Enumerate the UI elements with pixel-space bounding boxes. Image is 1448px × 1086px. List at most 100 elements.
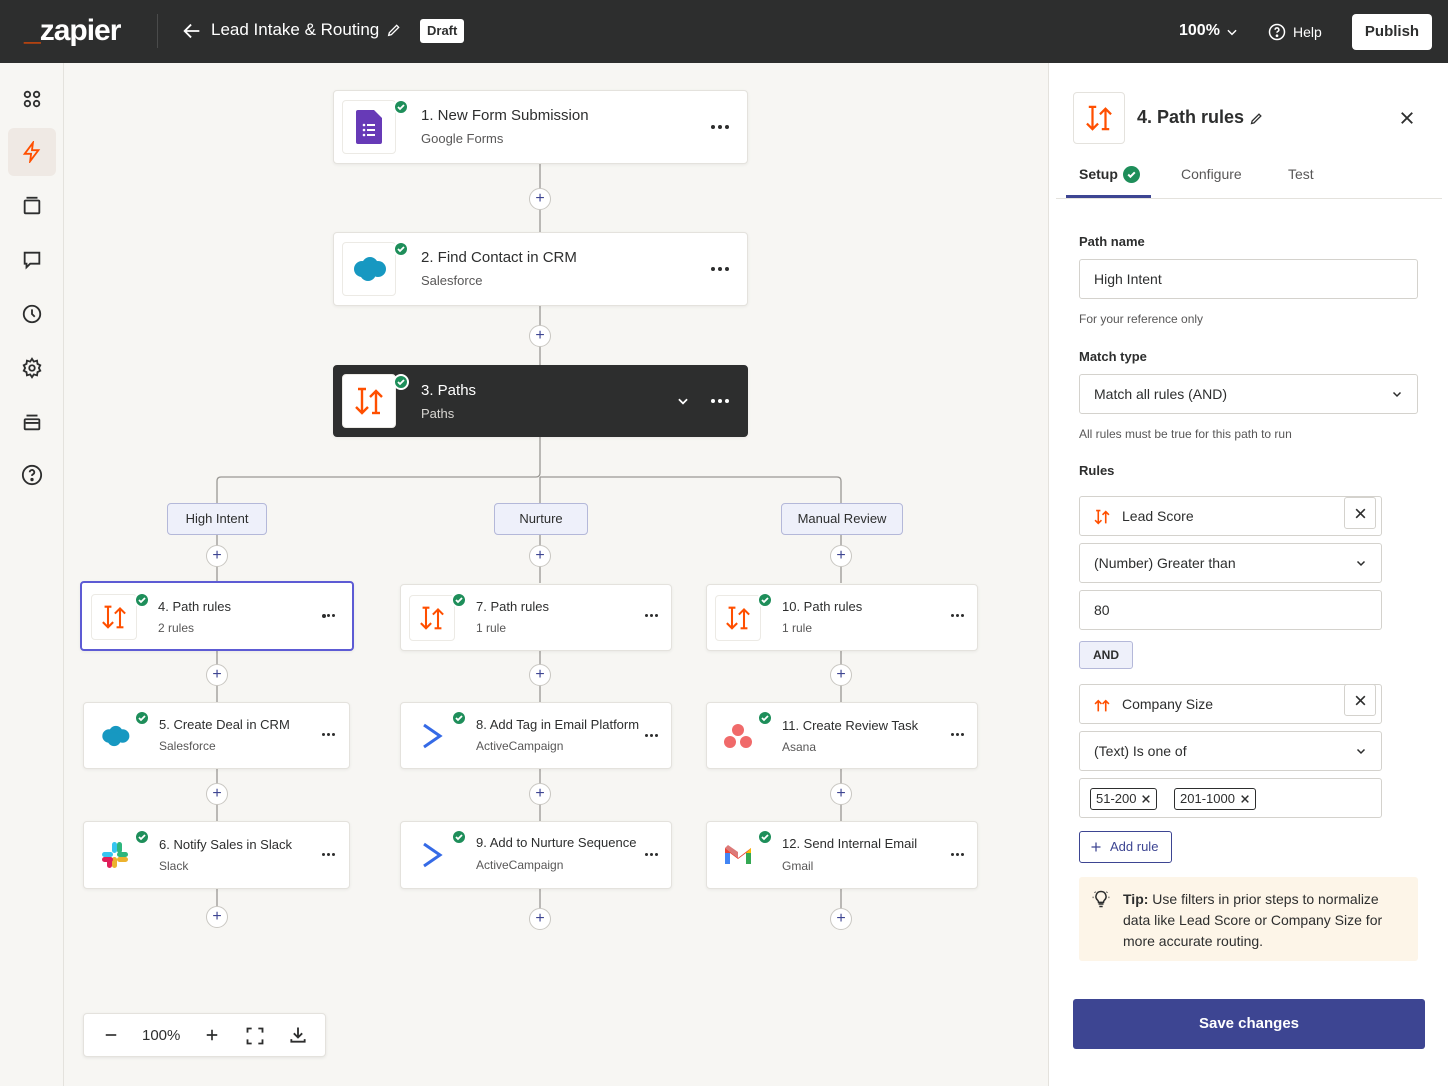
more-options-icon[interactable] bbox=[711, 267, 729, 273]
step-card-10[interactable]: 10. Path rules 1 rule bbox=[706, 584, 978, 651]
more-options-icon[interactable] bbox=[322, 853, 340, 859]
more-options-icon[interactable] bbox=[711, 399, 729, 405]
step-card-6[interactable]: 6. Notify Sales in Slack Slack bbox=[83, 821, 350, 889]
step-card-4[interactable]: 4. Path rules 2 rules bbox=[80, 581, 354, 651]
add-step-button[interactable]: + bbox=[206, 906, 228, 928]
save-changes-button[interactable]: Save changes bbox=[1073, 999, 1425, 1049]
tables-icon[interactable] bbox=[8, 182, 56, 230]
add-step-button[interactable]: + bbox=[206, 664, 228, 686]
tip-bold: Tip: bbox=[1123, 891, 1149, 907]
step-title: 3. Paths bbox=[421, 382, 477, 399]
more-options-icon[interactable] bbox=[951, 853, 969, 859]
rule-2-operator-value: (Text) Is one of bbox=[1094, 743, 1187, 759]
add-step-button[interactable]: + bbox=[529, 325, 551, 347]
add-step-button[interactable]: + bbox=[830, 664, 852, 686]
zap-title[interactable]: Lead Intake & Routing bbox=[211, 20, 379, 40]
download-icon[interactable] bbox=[288, 1025, 308, 1045]
branch-label-nurture[interactable]: Nurture bbox=[494, 503, 588, 535]
apps-icon[interactable] bbox=[8, 75, 56, 123]
chevron-down-icon[interactable] bbox=[1225, 25, 1239, 39]
more-options-icon[interactable] bbox=[711, 125, 729, 131]
remove-rule-2-button[interactable] bbox=[1344, 684, 1376, 716]
remove-rule-1-button[interactable] bbox=[1344, 497, 1376, 529]
tab-test[interactable]: Test bbox=[1288, 166, 1314, 182]
success-check-icon bbox=[393, 374, 409, 390]
publish-button[interactable]: Publish bbox=[1352, 14, 1432, 50]
help-link[interactable]: Help bbox=[1293, 24, 1322, 40]
step-card-11[interactable]: 11. Create Review Task Asana bbox=[706, 702, 978, 769]
settings-icon[interactable] bbox=[8, 344, 56, 392]
close-icon bbox=[1355, 508, 1366, 519]
edit-pencil-icon[interactable] bbox=[1249, 111, 1264, 126]
more-options-icon[interactable] bbox=[645, 734, 663, 740]
add-step-button[interactable]: + bbox=[830, 545, 852, 567]
tab-setup[interactable]: Setup bbox=[1079, 166, 1118, 182]
rule-2-operator-select[interactable]: (Text) Is one of bbox=[1079, 731, 1382, 771]
step-title: 8. Add Tag in Email Platform bbox=[476, 717, 640, 732]
workflow-canvas[interactable]: 1. New Form Submission Google Forms + 2.… bbox=[64, 63, 1048, 1086]
path-name-input[interactable]: High Intent bbox=[1079, 259, 1418, 299]
divider bbox=[157, 14, 158, 48]
branch-label-manual-review[interactable]: Manual Review bbox=[781, 503, 903, 535]
tip-box: Tip: Use filters in prior steps to norma… bbox=[1079, 877, 1418, 961]
activecampaign-icon bbox=[409, 713, 455, 759]
tab-configure[interactable]: Configure bbox=[1181, 166, 1242, 182]
zoom-in-icon[interactable] bbox=[203, 1026, 221, 1044]
and-connector[interactable]: AND bbox=[1079, 641, 1133, 669]
add-step-button[interactable]: + bbox=[830, 783, 852, 805]
zoom-level[interactable]: 100% bbox=[1179, 22, 1220, 40]
step-card-8[interactable]: 8. Add Tag in Email Platform ActiveCampa… bbox=[400, 702, 672, 769]
back-arrow-icon[interactable] bbox=[181, 20, 203, 42]
add-step-button[interactable]: + bbox=[529, 188, 551, 210]
history-icon[interactable] bbox=[8, 290, 56, 338]
zoom-out-icon[interactable] bbox=[102, 1026, 120, 1044]
more-options-icon[interactable] bbox=[645, 853, 663, 859]
more-options-icon[interactable] bbox=[951, 733, 969, 739]
edit-title-pencil-icon[interactable] bbox=[386, 22, 402, 38]
add-step-button[interactable]: + bbox=[529, 908, 551, 930]
branch-label-high-intent[interactable]: High Intent bbox=[167, 503, 267, 535]
rule-1-value-input[interactable]: 80 bbox=[1079, 590, 1382, 630]
step-card-1[interactable]: 1. New Form Submission Google Forms bbox=[333, 90, 748, 164]
remove-tag-icon[interactable] bbox=[1240, 794, 1250, 804]
value-tag: 201-1000 bbox=[1174, 788, 1256, 810]
more-options-icon[interactable] bbox=[322, 733, 340, 739]
rule-1-field-select[interactable]: Lead Score bbox=[1079, 496, 1382, 536]
add-step-button[interactable]: + bbox=[206, 783, 228, 805]
step-app: Asana bbox=[782, 740, 817, 754]
step-card-12[interactable]: 12. Send Internal Email Gmail bbox=[706, 821, 978, 889]
archive-icon[interactable] bbox=[8, 398, 56, 446]
help-icon[interactable] bbox=[8, 451, 56, 499]
help-circle-icon[interactable] bbox=[1268, 23, 1286, 41]
fit-to-screen-icon[interactable] bbox=[245, 1026, 265, 1046]
rule-2-values-input[interactable]: 51-200 201-1000 bbox=[1079, 778, 1382, 818]
add-step-button[interactable]: + bbox=[529, 783, 551, 805]
match-type-select[interactable]: Match all rules (AND) bbox=[1079, 374, 1418, 414]
interfaces-icon[interactable] bbox=[8, 236, 56, 284]
zap-icon[interactable] bbox=[8, 128, 56, 176]
close-icon[interactable] bbox=[1398, 109, 1416, 127]
lightbulb-icon bbox=[1092, 890, 1110, 908]
paths-icon bbox=[715, 595, 761, 641]
rule-2-field-select[interactable]: Company Size bbox=[1079, 684, 1382, 724]
step-card-5[interactable]: 5. Create Deal in CRM Salesforce bbox=[83, 702, 350, 769]
add-step-button[interactable]: + bbox=[529, 664, 551, 686]
active-tab-indicator bbox=[1066, 195, 1151, 198]
step-app: 2 rules bbox=[158, 621, 195, 635]
rule-1-operator-select[interactable]: (Number) Greater than bbox=[1079, 543, 1382, 583]
add-step-button[interactable]: + bbox=[830, 908, 852, 930]
add-step-button[interactable]: + bbox=[206, 545, 228, 567]
chevron-down-icon[interactable] bbox=[676, 394, 690, 408]
step-card-9[interactable]: 9. Add to Nurture Sequence ActiveCampaig… bbox=[400, 821, 672, 889]
step-card-3-paths[interactable]: 3. Paths Paths bbox=[333, 365, 748, 437]
add-rule-button[interactable]: Add rule bbox=[1079, 831, 1172, 863]
step-card-7[interactable]: 7. Path rules 1 rule bbox=[400, 584, 672, 651]
more-options-icon[interactable] bbox=[322, 614, 340, 620]
remove-tag-icon[interactable] bbox=[1141, 794, 1151, 804]
step-card-2[interactable]: 2. Find Contact in CRM Salesforce bbox=[333, 232, 748, 306]
add-step-button[interactable]: + bbox=[529, 545, 551, 567]
zapier-logo[interactable]: _zapier bbox=[24, 14, 121, 48]
more-options-icon[interactable] bbox=[951, 614, 969, 620]
activecampaign-icon bbox=[409, 832, 455, 878]
more-options-icon[interactable] bbox=[645, 614, 663, 620]
